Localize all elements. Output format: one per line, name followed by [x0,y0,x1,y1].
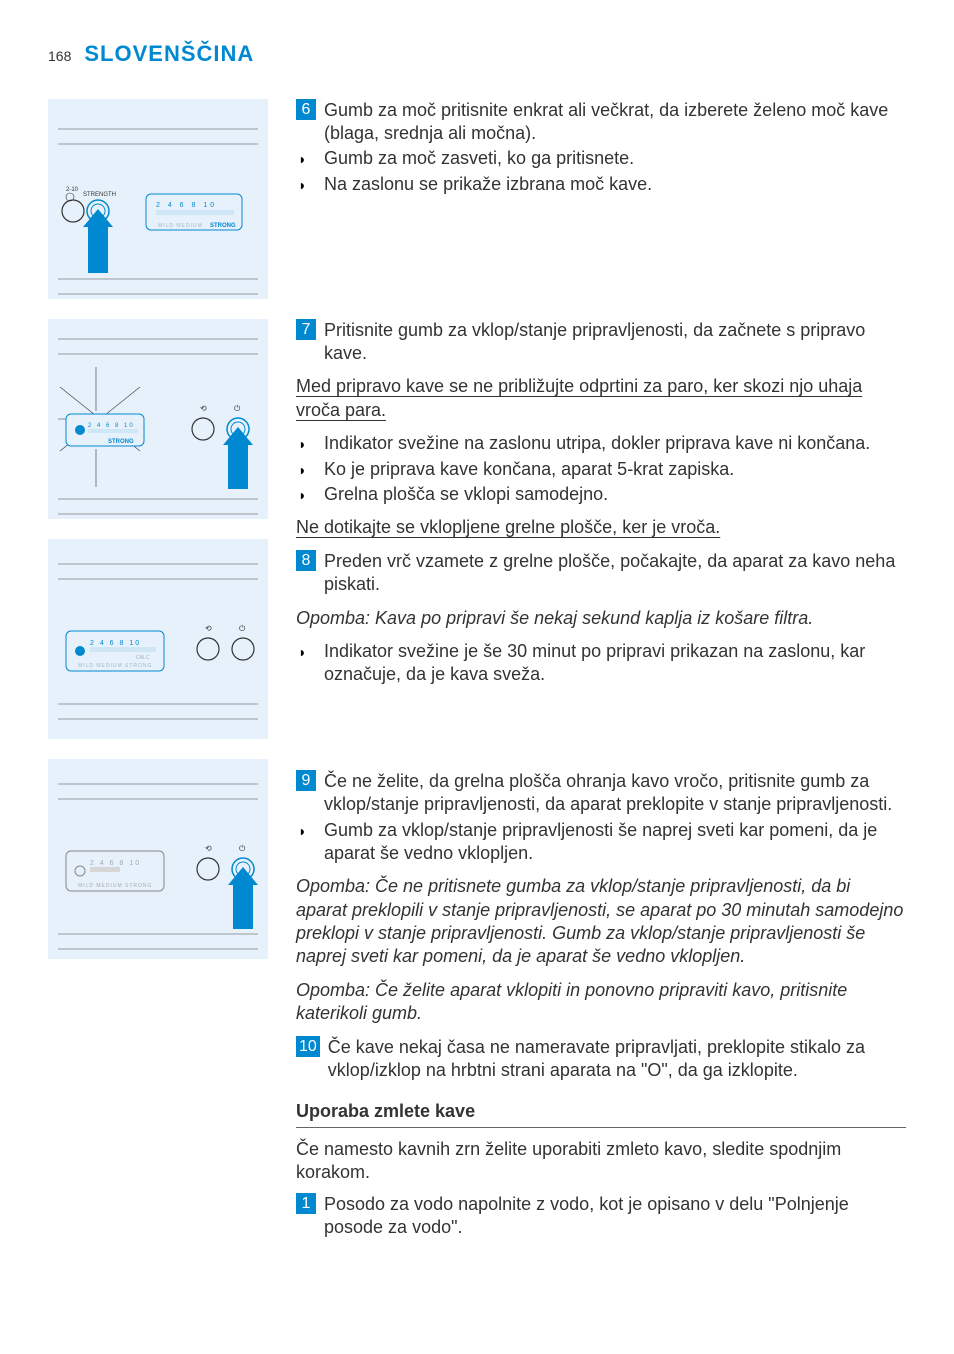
svg-text:STRONG: STRONG [210,223,236,229]
bullet-icon: ◗ [296,458,324,479]
svg-text:⏻: ⏻ [239,844,246,853]
main-content: 2-10 STRENGTH 2 4 6 8 10 MILD MEDIUM STR… [48,99,906,1242]
bullet-icon: ◗ [296,483,324,504]
svg-text:2 4 6 8 10: 2 4 6 8 10 [156,202,217,209]
svg-text:MILD MEDIUM STRONG: MILD MEDIUM STRONG [78,663,152,669]
section-intro: Če namesto kavnih zrn želite uporabiti z… [296,1138,906,1185]
svg-text:MILD MEDIUM: MILD MEDIUM [158,223,203,229]
svg-text:⟲: ⟲ [205,844,212,853]
step-number: 8 [296,550,316,571]
svg-text:STRONG: STRONG [108,439,134,445]
svg-text:⟲: ⟲ [200,404,207,413]
bullet-item: ◗ Ko je priprava kave končana, aparat 5-… [296,458,906,481]
illustration-column: 2-10 STRENGTH 2 4 6 8 10 MILD MEDIUM STR… [48,99,268,1242]
bullet-item: ◗ Gumb za vklop/stanje pripravljenosti š… [296,819,906,866]
bullet-icon: ◗ [296,173,324,194]
note-text: Opomba: Kava po pripravi še nekaj sekund… [296,607,906,630]
step-number: 7 [296,319,316,340]
step-6: 6 Gumb za moč pritisnite enkrat ali večk… [296,99,906,146]
bullet-icon: ◗ [296,432,324,453]
step-text: Če kave nekaj časa ne nameravate priprav… [328,1036,906,1083]
note-text: Opomba: Če želite aparat vklopiti in pon… [296,979,906,1026]
svg-text:⏻: ⏻ [234,404,241,413]
bullet-item: ◗ Gumb za moč zasveti, ko ga pritisnete. [296,147,906,170]
step-8-section: 8 Preden vrč vzamete z grelne plošče, po… [296,550,906,770]
step-text: Če ne želite, da grelna plošča ohranja k… [324,770,906,817]
svg-text:2 4 6 8 10: 2 4 6 8 10 [90,860,141,867]
section-heading: Uporaba zmlete kave [296,1100,906,1127]
svg-text:2 4 6 8 10: 2 4 6 8 10 [90,640,141,647]
bullet-item: ◗ Na zaslonu se prikaže izbrana moč kave… [296,173,906,196]
step-7-section: 7 Pritisnite gumb za vklop/stanje pripra… [296,319,906,540]
illustration-step-7: 2 4 6 8 10 STRONG ⟲ ⏻ [48,319,268,519]
cups-label: 2-10 [66,187,79,193]
warning-text: Ne dotikajte se vklopljene grelne plošče… [296,516,906,539]
bullet-icon: ◗ [296,819,324,840]
bullet-icon: ◗ [296,147,324,168]
step-9: 9 Če ne želite, da grelna plošča ohranja… [296,770,906,817]
illustration-step-8: 2 4 6 8 10 CALC MILD MEDIUM STRONG ⟲ ⏻ [48,539,268,739]
illustration-step-9: 2 4 6 8 10 MILD MEDIUM STRONG ⟲ ⏻ [48,759,268,959]
language-heading: SLOVENŠČINA [84,41,254,66]
svg-text:⏻: ⏻ [239,624,246,633]
svg-text:⟲: ⟲ [205,624,212,633]
step-1-ground: 1 Posodo za vodo napolnite z vodo, kot j… [296,1193,906,1240]
page-number: 168 [48,48,71,64]
step-number: 1 [296,1193,316,1214]
svg-text:MILD MEDIUM STRONG: MILD MEDIUM STRONG [78,883,152,889]
svg-text:2 4 6 8 10: 2 4 6 8 10 [88,423,135,429]
illustration-step-6: 2-10 STRENGTH 2 4 6 8 10 MILD MEDIUM STR… [48,99,268,299]
svg-text:CALC: CALC [136,655,150,661]
step-text: Gumb za moč pritisnite enkrat ali večkra… [324,99,906,146]
step-text: Posodo za vodo napolnite z vodo, kot je … [324,1193,906,1240]
step-6-section: 6 Gumb za moč pritisnite enkrat ali večk… [296,99,906,319]
bullet-item: ◗ Indikator svežine je še 30 minut po pr… [296,640,906,687]
step-8: 8 Preden vrč vzamete z grelne plošče, po… [296,550,906,597]
step-9-section: 9 Če ne želite, da grelna plošča ohranja… [296,770,906,1240]
note-text: Opomba: Če ne pritisnete gumba za vklop/… [296,875,906,969]
text-column: 6 Gumb za moč pritisnite enkrat ali večk… [296,99,906,1242]
bullet-item: ◗ Indikator svežine na zaslonu utripa, d… [296,432,906,455]
page-header: 168 SLOVENŠČINA [48,40,906,69]
step-number: 9 [296,770,316,791]
step-number: 6 [296,99,316,120]
bullet-item: ◗ Grelna plošča se vklopi samodejno. [296,483,906,506]
step-text: Preden vrč vzamete z grelne plošče, poča… [324,550,906,597]
strength-label: STRENGTH [83,192,116,198]
step-7: 7 Pritisnite gumb za vklop/stanje pripra… [296,319,906,366]
bullet-icon: ◗ [296,640,324,661]
step-text: Pritisnite gumb za vklop/stanje pripravl… [324,319,906,366]
step-10: 10 Če kave nekaj časa ne nameravate prip… [296,1036,906,1083]
step-number: 10 [296,1036,320,1057]
warning-text: Med pripravo kave se ne približujte odpr… [296,375,906,422]
